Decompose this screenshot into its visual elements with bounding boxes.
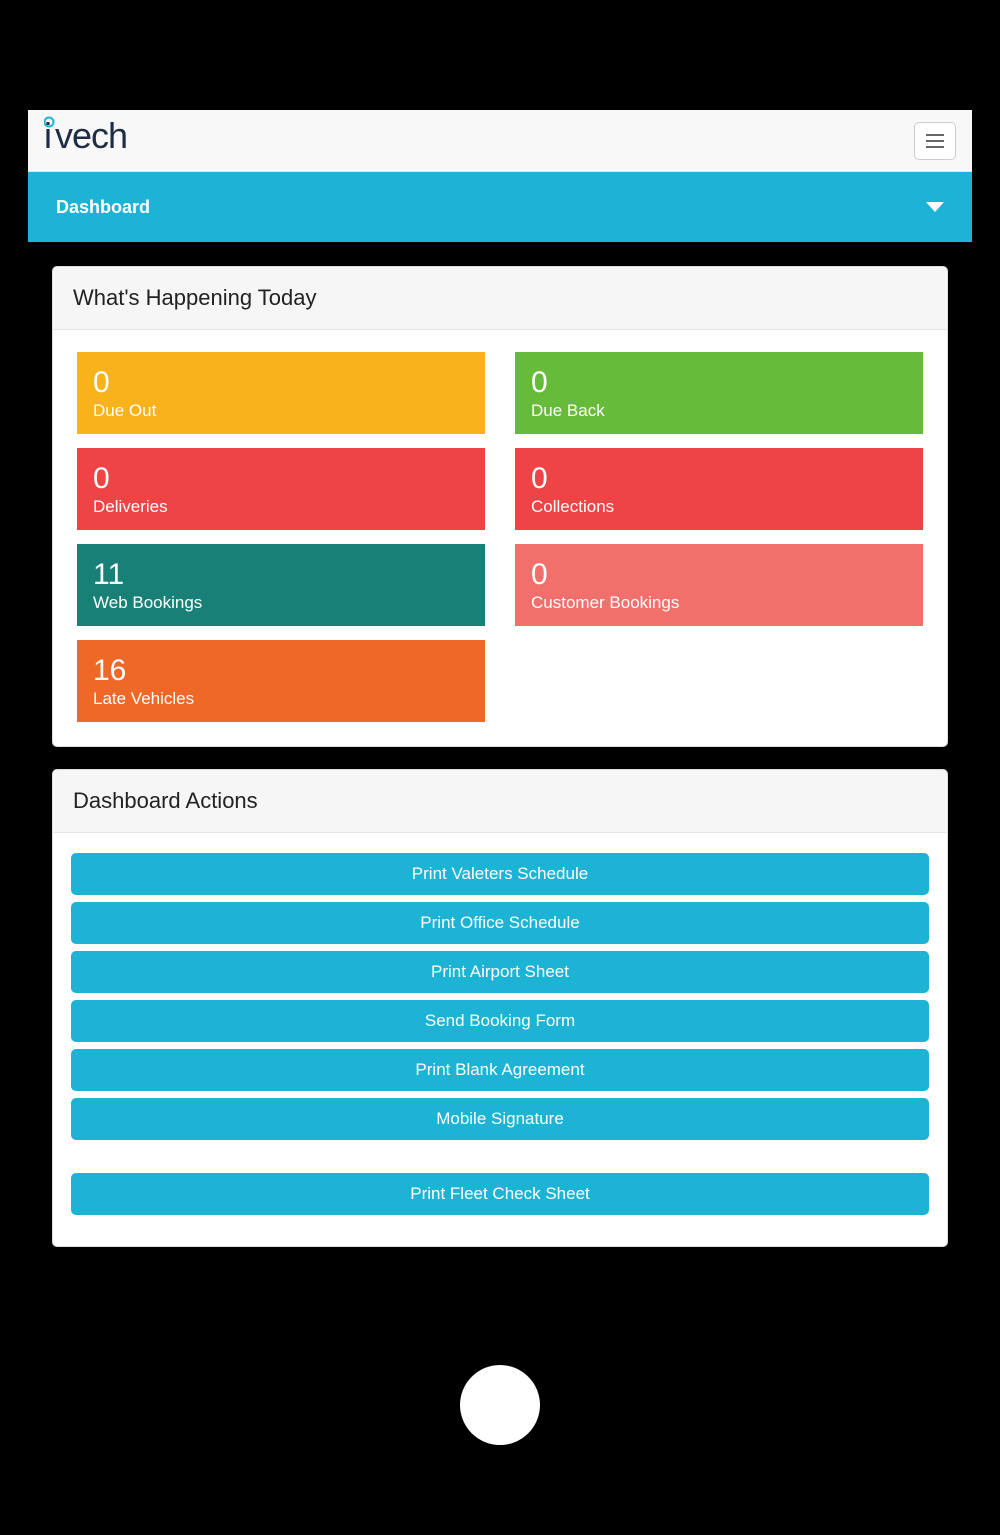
brand-logo[interactable]: i vech	[44, 116, 164, 165]
stat-card-customer-bookings[interactable]: 0Customer Bookings	[515, 544, 923, 626]
panel-actions: Dashboard Actions Print Valeters Schedul…	[52, 769, 948, 1247]
menu-button[interactable]	[914, 122, 956, 160]
panel-happening-title: What's Happening Today	[53, 267, 947, 330]
device-screen: i vech Dashboard What's Happening Today …	[28, 110, 972, 1325]
stat-value: 11	[93, 558, 469, 591]
hamburger-icon	[926, 134, 944, 136]
panel-happening: What's Happening Today 0Due Out0Due Back…	[52, 266, 948, 747]
action-print-airport-sheet[interactable]: Print Airport Sheet	[71, 951, 929, 993]
stat-card-deliveries[interactable]: 0Deliveries	[77, 448, 485, 530]
action-print-office-schedule[interactable]: Print Office Schedule	[71, 902, 929, 944]
stat-card-web-bookings[interactable]: 11Web Bookings	[77, 544, 485, 626]
stat-value: 0	[531, 462, 907, 495]
content-area: What's Happening Today 0Due Out0Due Back…	[28, 242, 972, 1325]
action-print-fleet-check-sheet[interactable]: Print Fleet Check Sheet	[71, 1173, 929, 1215]
panel-happening-body: 0Due Out0Due Back0Deliveries0Collections…	[53, 330, 947, 746]
stat-value: 0	[531, 558, 907, 591]
panel-actions-title: Dashboard Actions	[53, 770, 947, 833]
action-print-blank-agreement[interactable]: Print Blank Agreement	[71, 1049, 929, 1091]
svg-text:vech: vech	[55, 116, 127, 156]
stat-value: 16	[93, 654, 469, 687]
breadcrumb-bar[interactable]: Dashboard	[28, 172, 972, 242]
breadcrumb-title: Dashboard	[56, 197, 150, 218]
stat-card-collections[interactable]: 0Collections	[515, 448, 923, 530]
stat-value: 0	[531, 366, 907, 399]
stat-value: 0	[93, 462, 469, 495]
action-print-valeters-schedule[interactable]: Print Valeters Schedule	[71, 853, 929, 895]
chevron-down-icon	[926, 202, 944, 212]
device-home-button[interactable]	[460, 1365, 540, 1445]
stat-card-late-vehicles[interactable]: 16Late Vehicles	[77, 640, 485, 722]
stat-card-due-back[interactable]: 0Due Back	[515, 352, 923, 434]
panel-actions-body: Print Valeters Schedule Print Office Sche…	[53, 833, 947, 1246]
stat-value: 0	[93, 366, 469, 399]
stat-label: Customer Bookings	[531, 593, 907, 613]
navbar: i vech	[28, 110, 972, 172]
brand-logo-svg: i vech	[44, 116, 164, 156]
stat-label: Collections	[531, 497, 907, 517]
action-send-booking-form[interactable]: Send Booking Form	[71, 1000, 929, 1042]
stat-label: Web Bookings	[93, 593, 469, 613]
action-mobile-signature[interactable]: Mobile Signature	[71, 1098, 929, 1140]
stat-label: Deliveries	[93, 497, 469, 517]
stat-card-due-out[interactable]: 0Due Out	[77, 352, 485, 434]
stat-label: Due Out	[93, 401, 469, 421]
stat-cards-grid: 0Due Out0Due Back0Deliveries0Collections…	[77, 352, 923, 722]
stat-label: Late Vehicles	[93, 689, 469, 709]
stat-label: Due Back	[531, 401, 907, 421]
